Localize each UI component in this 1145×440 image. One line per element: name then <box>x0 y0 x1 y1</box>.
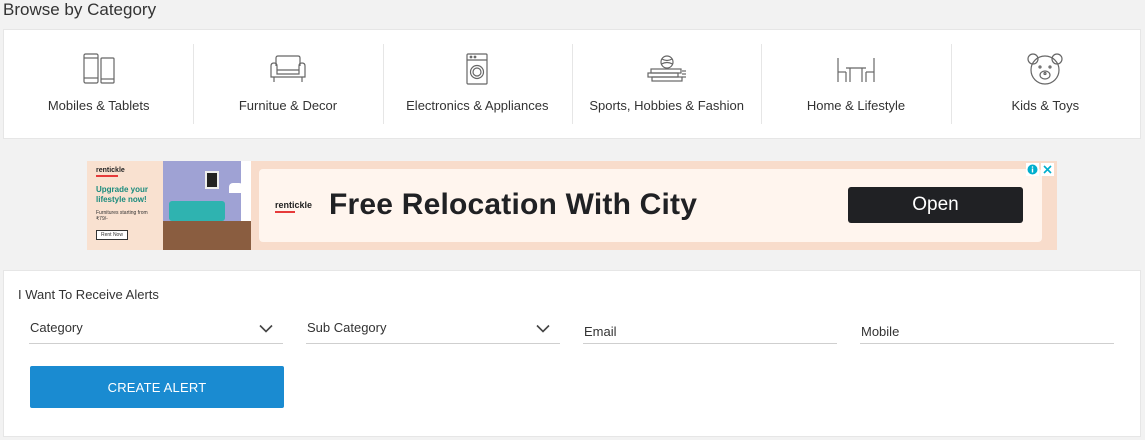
alerts-title: I Want To Receive Alerts <box>18 287 159 302</box>
washing-machine-icon <box>456 52 498 86</box>
ad-title: Free Relocation With City <box>329 188 698 221</box>
sofa-icon <box>267 52 309 86</box>
close-icon[interactable] <box>1041 163 1054 176</box>
ball-books-icon <box>646 52 688 86</box>
ad-card-brand-logo: rentickle <box>275 200 312 213</box>
ad-banner[interactable]: rentickle Upgrade your lifestyle now! Fu… <box>87 161 1057 250</box>
category-dropdown[interactable]: Category <box>29 311 283 344</box>
category-panel: Mobiles & Tablets Furnitue & Decor Elect… <box>3 29 1141 139</box>
category-label: Sports, Hobbies & Fashion <box>589 98 744 113</box>
category-sports-hobbies-fashion[interactable]: Sports, Hobbies & Fashion <box>571 30 761 138</box>
mobile-field[interactable] <box>860 311 1114 343</box>
ad-choices <box>1026 163 1054 176</box>
ad-headline: Upgrade your lifestyle now! <box>96 185 149 204</box>
category-label: Electronics & Appliances <box>406 98 549 113</box>
category-label: Home & Lifestyle <box>806 98 906 113</box>
category-label: Furnitue & Decor <box>238 98 338 113</box>
chevron-down-icon <box>536 320 550 338</box>
ad-brand-logo: rentickle <box>96 167 163 177</box>
create-alert-button[interactable]: CREATE ALERT <box>30 366 284 408</box>
section-title: Browse by Category <box>3 0 157 19</box>
category-kids-toys[interactable]: Kids & Toys <box>950 30 1140 138</box>
alerts-panel: I Want To Receive Alerts Category Sub Ca… <box>3 270 1141 437</box>
mobile-field-wrapper <box>860 311 1114 344</box>
ad-promo-panel: rentickle Upgrade your lifestyle now! Fu… <box>87 161 163 250</box>
category-electronics-appliances[interactable]: Electronics & Appliances <box>382 30 572 138</box>
ad-card[interactable]: rentickle Free Relocation With City Open <box>259 169 1042 242</box>
category-label: Mobiles & Tablets <box>47 98 150 113</box>
ad-rent-now-button[interactable]: Rent Now <box>96 230 128 240</box>
info-icon[interactable] <box>1026 163 1039 176</box>
table-chairs-icon <box>835 52 877 86</box>
category-label: Kids & Toys <box>1011 98 1080 113</box>
mobile-tablet-icon <box>78 52 120 86</box>
ad-open-button[interactable]: Open <box>848 187 1023 223</box>
email-field-wrapper <box>583 311 837 344</box>
ad-subtext: Furnitures starting from ₹79/- <box>96 210 148 222</box>
chevron-down-icon <box>259 320 273 338</box>
email-field[interactable] <box>583 311 837 343</box>
category-furniture-decor[interactable]: Furnitue & Decor <box>193 30 382 138</box>
category-home-lifestyle[interactable]: Home & Lifestyle <box>761 30 950 138</box>
teddy-bear-icon <box>1024 52 1066 86</box>
sub-category-dropdown-label: Sub Category <box>307 320 387 335</box>
ad-room-image <box>163 161 251 250</box>
category-mobiles-tablets[interactable]: Mobiles & Tablets <box>4 30 193 138</box>
category-dropdown-label: Category <box>30 320 83 335</box>
sub-category-dropdown[interactable]: Sub Category <box>306 311 560 344</box>
